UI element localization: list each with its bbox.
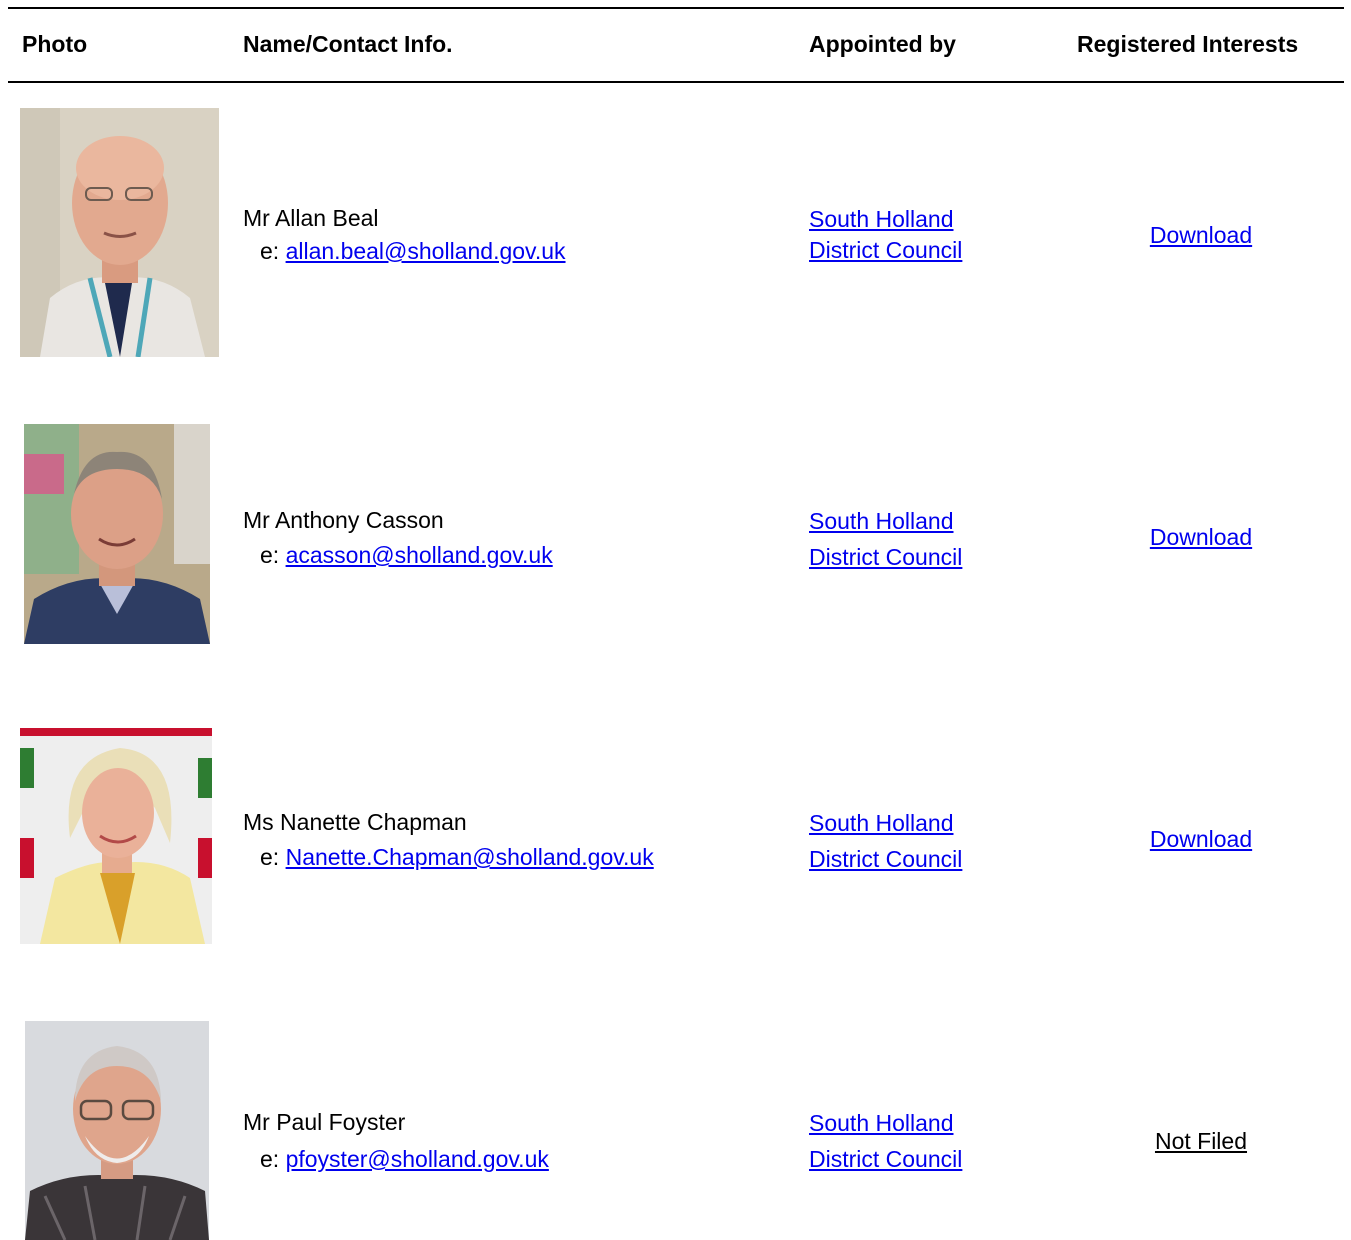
appointed-by-line2[interactable]: District Council: [809, 846, 962, 872]
registered-interests-cell: Not Filed: [1069, 1128, 1333, 1155]
email-link[interactable]: Nanette.Chapman@sholland.gov.uk: [286, 844, 654, 870]
portrait-image: [25, 1021, 209, 1240]
download-link[interactable]: Download: [1150, 826, 1252, 852]
email-link[interactable]: acasson@sholland.gov.uk: [286, 542, 553, 568]
email-link[interactable]: pfoyster@sholland.gov.uk: [286, 1146, 549, 1172]
member-name: Mr Anthony Casson: [243, 507, 444, 533]
email-prefix: e:: [260, 844, 280, 870]
appointed-by-line2[interactable]: District Council: [809, 1146, 962, 1172]
header-name-contact: Name/Contact Info.: [243, 31, 453, 57]
appointed-by-link[interactable]: South Holland District Council: [809, 204, 962, 266]
download-link[interactable]: Download: [1150, 524, 1252, 550]
portrait-image: [20, 728, 212, 944]
appointed-by-line1[interactable]: South Holland: [809, 1110, 954, 1136]
email-prefix: e:: [260, 542, 280, 568]
member-email-line: e: Nanette.Chapman@sholland.gov.uk: [260, 844, 654, 871]
portrait-image: [20, 108, 219, 357]
appointed-by-line1[interactable]: South Holland: [809, 206, 954, 232]
header-appointed-by: Appointed by: [809, 31, 956, 57]
appointed-by-line2[interactable]: District Council: [809, 237, 962, 263]
member-email-line: e: allan.beal@sholland.gov.uk: [260, 238, 566, 265]
appointed-by-line1[interactable]: South Holland: [809, 508, 954, 534]
member-email-line: e: acasson@sholland.gov.uk: [260, 542, 553, 569]
appointed-by-line2[interactable]: District Council: [809, 544, 962, 570]
member-email-line: e: pfoyster@sholland.gov.uk: [260, 1146, 549, 1173]
registered-interests-cell: Download: [1069, 524, 1333, 551]
appointed-by-line1[interactable]: South Holland: [809, 810, 954, 836]
member-photo: [20, 108, 219, 357]
member-photo: [25, 1021, 209, 1240]
appointed-by-link[interactable]: South Holland District Council: [809, 1105, 962, 1177]
portrait-image: [24, 424, 210, 644]
not-filed-text: Not Filed: [1154, 1128, 1248, 1154]
appointed-by-link[interactable]: South Holland District Council: [809, 503, 962, 575]
table-header-rule: [8, 81, 1344, 83]
download-link[interactable]: Download: [1150, 222, 1252, 248]
member-photo: [24, 424, 210, 644]
appointed-by-link[interactable]: South Holland District Council: [809, 805, 962, 877]
header-registered-interests: Registered Interests: [1077, 31, 1299, 57]
registered-interests-cell: Download: [1069, 222, 1333, 249]
registered-interests-cell: Download: [1069, 826, 1333, 853]
member-name: Mr Paul Foyster: [243, 1109, 406, 1135]
member-name: Mr Allan Beal: [243, 205, 379, 231]
table-top-rule: [8, 7, 1344, 9]
header-photo: Photo: [22, 31, 88, 57]
member-name: Ms Nanette Chapman: [243, 809, 467, 835]
member-photo: [20, 728, 212, 944]
email-prefix: e:: [260, 238, 280, 264]
email-link[interactable]: allan.beal@sholland.gov.uk: [286, 238, 566, 264]
email-prefix: e:: [260, 1146, 280, 1172]
